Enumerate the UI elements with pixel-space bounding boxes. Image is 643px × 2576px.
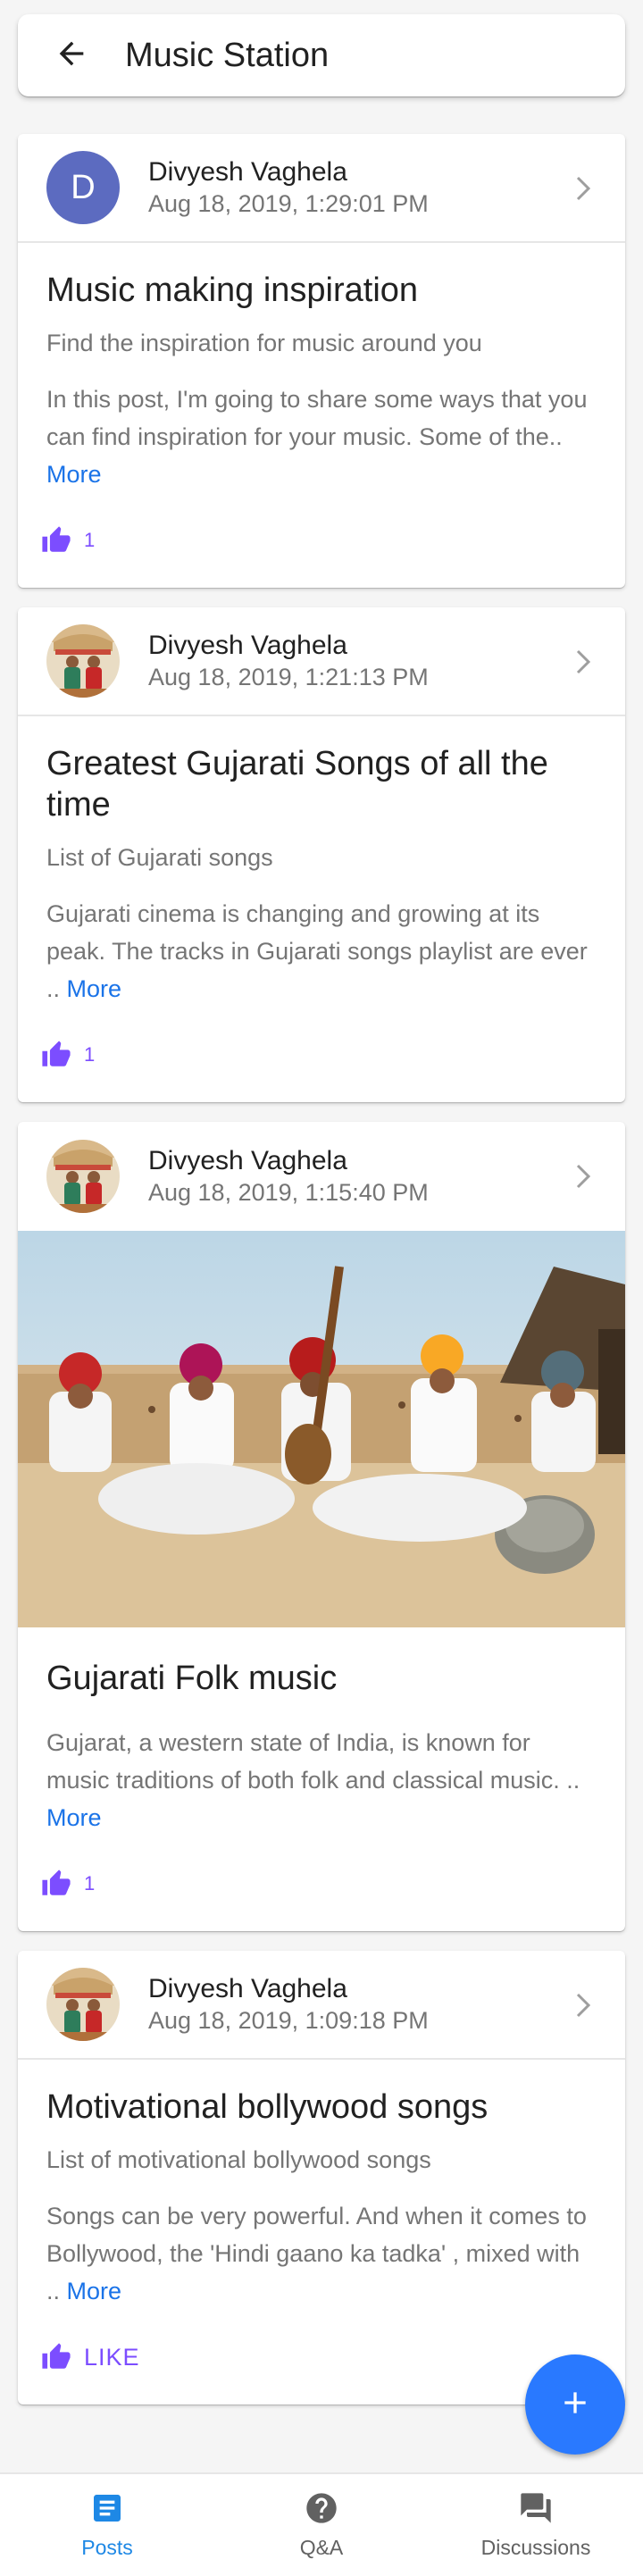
post-header[interactable]: Divyesh Vaghela Aug 18, 2019, 1:15:40 PM <box>18 1122 625 1231</box>
post-header[interactable]: D Divyesh Vaghela Aug 18, 2019, 1:29:01 … <box>18 134 625 243</box>
nav-posts[interactable]: Posts <box>0 2474 214 2576</box>
thumb-up-icon <box>41 1040 71 1070</box>
post-subtitle: Find the inspiration for music around yo… <box>46 330 482 356</box>
excerpt-text: Gujarati cinema is changing and growing … <box>46 900 588 1002</box>
chevron-right-icon[interactable] <box>573 1162 595 1191</box>
thumb-up-icon <box>41 525 71 556</box>
like-button[interactable]: 1 <box>18 493 625 588</box>
post-feed: D Divyesh Vaghela Aug 18, 2019, 1:29:01 … <box>18 134 625 2424</box>
nav-label: Posts <box>81 2536 133 2559</box>
like-button[interactable]: 1 <box>18 1836 625 1931</box>
post-card[interactable]: Divyesh Vaghela Aug 18, 2019, 1:21:13 PM… <box>18 607 625 1102</box>
forum-icon <box>518 2490 554 2530</box>
post-excerpt: Gujarat, a western state of India, is kn… <box>46 1724 597 1836</box>
chevron-right-icon[interactable] <box>573 1991 595 2020</box>
more-link[interactable]: More <box>46 461 102 488</box>
app-bar: Music Station <box>18 14 625 96</box>
excerpt-text: In this post, I'm going to share some wa… <box>46 386 588 450</box>
post-card[interactable]: D Divyesh Vaghela Aug 18, 2019, 1:29:01 … <box>18 134 625 588</box>
more-link[interactable]: More <box>67 975 122 1002</box>
author-name: Divyesh Vaghela <box>148 1146 347 1175</box>
thumb-up-icon <box>41 1869 71 1899</box>
post-excerpt: In this post, I'm going to share some wa… <box>46 381 597 493</box>
post-title: Greatest Gujarati Songs of all the time <box>46 745 548 824</box>
nav-label: Q&A <box>299 2536 344 2559</box>
post-date: Aug 18, 2019, 1:21:13 PM <box>148 664 429 690</box>
author-name: Divyesh Vaghela <box>148 1974 347 2003</box>
avatar <box>46 1968 120 2041</box>
post-excerpt: Songs can be very powerful. And when it … <box>46 2197 597 2310</box>
excerpt-text: Songs can be very powerful. And when it … <box>46 2203 587 2304</box>
post-card[interactable]: Divyesh Vaghela Aug 18, 2019, 1:09:18 PM… <box>18 1951 625 2405</box>
post-image[interactable] <box>18 1231 625 1627</box>
chevron-right-icon[interactable] <box>573 174 595 203</box>
back-button[interactable] <box>43 27 100 84</box>
like-count: 1 <box>84 529 96 551</box>
excerpt-text: Gujarat, a western state of India, is kn… <box>46 1729 580 1794</box>
more-link[interactable]: More <box>67 2278 122 2304</box>
like-label: LIKE <box>84 2343 140 2371</box>
avatar <box>46 624 120 698</box>
post-date: Aug 18, 2019, 1:15:40 PM <box>148 1179 429 1206</box>
like-count: 1 <box>84 1043 96 1066</box>
document-icon <box>89 2490 125 2530</box>
post-excerpt: Gujarati cinema is changing and growing … <box>46 895 597 1008</box>
page-title: Music Station <box>125 36 330 74</box>
author-name: Divyesh Vaghela <box>148 631 347 660</box>
post-title: Music making inspiration <box>46 272 419 309</box>
more-link[interactable]: More <box>46 1804 102 1831</box>
post-subtitle: List of motivational bollywood songs <box>46 2146 431 2173</box>
like-button[interactable]: 1 <box>18 1008 625 1102</box>
help-circle-icon <box>304 2490 339 2530</box>
author-name: Divyesh Vaghela <box>148 157 347 187</box>
post-date: Aug 18, 2019, 1:09:18 PM <box>148 2007 429 2034</box>
nav-discussions[interactable]: Discussions <box>429 2474 643 2576</box>
nav-qa[interactable]: Q&A <box>214 2474 429 2576</box>
post-header[interactable]: Divyesh Vaghela Aug 18, 2019, 1:21:13 PM <box>18 607 625 716</box>
plus-icon <box>557 2385 593 2425</box>
post-title: Gujarati Folk music <box>46 1660 338 1697</box>
post-title: Motivational bollywood songs <box>46 2088 489 2126</box>
like-count: 1 <box>84 1872 96 1894</box>
post-date: Aug 18, 2019, 1:29:01 PM <box>148 190 429 217</box>
chevron-right-icon[interactable] <box>573 648 595 676</box>
post-subtitle: List of Gujarati songs <box>46 844 273 871</box>
avatar: D <box>46 151 120 224</box>
add-post-button[interactable] <box>525 2354 625 2455</box>
post-card[interactable]: Divyesh Vaghela Aug 18, 2019, 1:15:40 PM <box>18 1122 625 1931</box>
post-header[interactable]: Divyesh Vaghela Aug 18, 2019, 1:09:18 PM <box>18 1951 625 2060</box>
thumb-up-icon <box>41 2342 71 2372</box>
nav-label: Discussions <box>480 2536 591 2559</box>
avatar-letter: D <box>71 168 96 206</box>
bottom-navigation: Posts Q&A Discussions <box>0 2472 643 2576</box>
arrow-back-icon <box>54 36 89 76</box>
avatar <box>46 1140 120 1213</box>
